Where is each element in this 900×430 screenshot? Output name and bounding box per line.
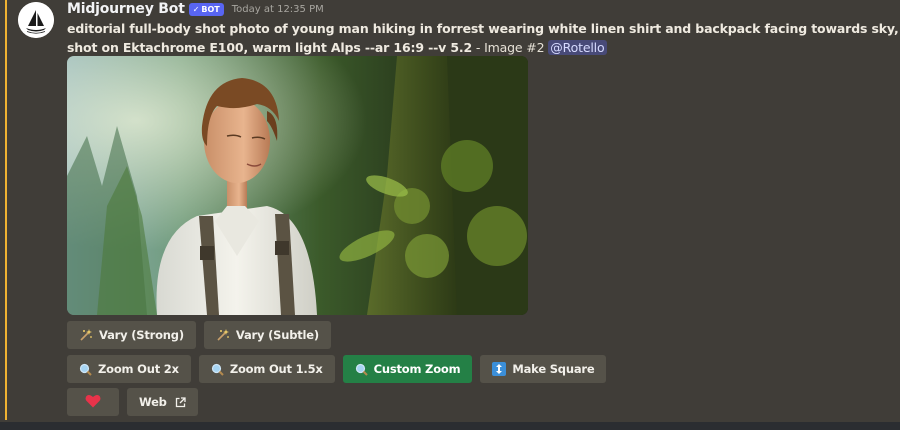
sparkles-icon (216, 328, 230, 342)
sparkles-icon (79, 328, 93, 342)
avatar[interactable] (18, 2, 54, 38)
bottom-divider (0, 422, 900, 430)
zoom-out-15x-button[interactable]: Zoom Out 1.5x (198, 355, 335, 383)
vary-button-row: Vary (Strong) Vary (Subtle) (67, 321, 339, 349)
sailboat-icon (18, 2, 54, 38)
vary-subtle-label: Vary (Subtle) (235, 328, 319, 342)
timestamp[interactable]: Today at 12:35 PM (232, 4, 324, 15)
magnifier-icon (211, 363, 224, 376)
vary-strong-button[interactable]: Vary (Strong) (67, 321, 196, 349)
web-label: Web (139, 395, 167, 409)
checkmark-icon: ✓ (192, 4, 200, 14)
zoom-button-row: Zoom Out 2x Zoom Out 1.5x Custom Zoom Ma… (67, 355, 614, 383)
forest-hiker-photo (67, 56, 528, 315)
favorite-button[interactable] (67, 388, 119, 416)
zoom-out-2x-label: Zoom Out 2x (98, 362, 179, 376)
make-square-label: Make Square (512, 362, 595, 376)
web-button[interactable]: Web (127, 388, 198, 416)
zoom-out-15x-label: Zoom Out 1.5x (229, 362, 323, 376)
up-down-arrow-icon (492, 362, 507, 376)
zoom-out-2x-button[interactable]: Zoom Out 2x (67, 355, 191, 383)
user-mention[interactable]: @Rotello (548, 40, 607, 55)
extra-button-row: Web (67, 388, 206, 416)
heart-icon (85, 394, 101, 411)
vary-subtle-button[interactable]: Vary (Subtle) (203, 321, 331, 349)
chat-message-view: Midjourney Bot ✓ BOT Today at 12:35 PM e… (0, 0, 900, 430)
image-suffix: - Image #2 (472, 40, 549, 55)
custom-zoom-label: Custom Zoom (373, 362, 461, 376)
bot-badge: ✓ BOT (188, 2, 224, 16)
magnifier-icon (355, 363, 368, 376)
message-content: Midjourney Bot ✓ BOT Today at 12:35 PM e… (67, 0, 900, 57)
generated-image[interactable] (67, 56, 528, 315)
external-link-icon (175, 396, 186, 408)
username[interactable]: Midjourney Bot (67, 1, 185, 17)
magnifier-icon (79, 363, 92, 376)
vary-strong-label: Vary (Strong) (99, 328, 184, 342)
message-header: Midjourney Bot ✓ BOT Today at 12:35 PM (67, 0, 900, 18)
mention-highlight-bar (5, 0, 7, 420)
prompt-text: editorial full-body shot photo of young … (67, 19, 900, 57)
custom-zoom-button[interactable]: Custom Zoom (342, 355, 473, 383)
bot-badge-label: BOT (201, 4, 220, 14)
make-square-button[interactable]: Make Square (480, 355, 607, 383)
